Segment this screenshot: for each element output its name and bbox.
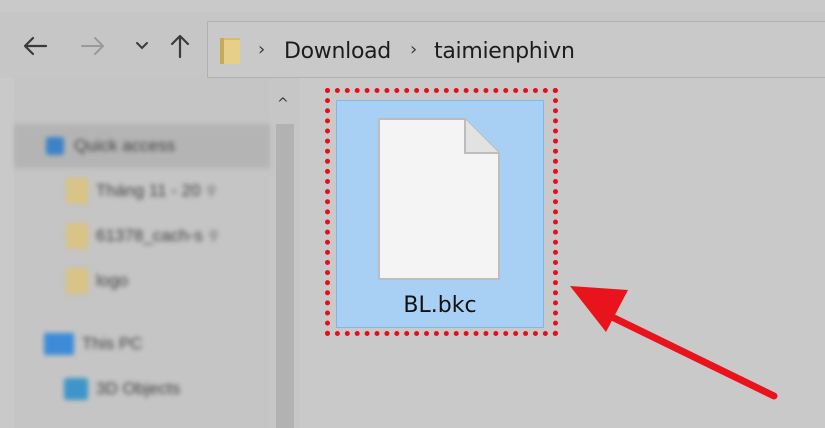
- arrow-right-icon: [81, 37, 104, 55]
- sidebar-item-3d-objects[interactable]: 3D Objects: [14, 367, 270, 411]
- folder-icon: [66, 268, 88, 294]
- window-top-strip: [0, 0, 825, 12]
- folder-icon: [66, 178, 88, 204]
- red-arrow-annotation: [570, 286, 778, 400]
- folder-icon: [66, 223, 88, 249]
- navigation-bar: › Download › taimienphivn: [0, 12, 825, 78]
- pin-icon: ⚲: [208, 228, 219, 243]
- sidebar-item-folder[interactable]: 61378_cach-s ⚲: [14, 214, 270, 258]
- sidebar-item-folder[interactable]: logo: [14, 259, 270, 303]
- sidebar-item-label: 3D Objects: [96, 379, 181, 398]
- up-button[interactable]: [165, 28, 195, 64]
- back-button[interactable]: [20, 28, 50, 64]
- sidebar-item-label: logo: [96, 271, 129, 290]
- arrow-up-icon: [170, 34, 190, 59]
- breadcrumb-separator: ›: [258, 39, 266, 60]
- recent-locations-button[interactable]: [127, 28, 157, 64]
- computer-icon: [44, 333, 74, 355]
- arrow-left-icon: [23, 36, 48, 56]
- breadcrumb-download[interactable]: Download: [284, 39, 391, 64]
- pin-icon: ⚲: [206, 183, 217, 198]
- sidebar-item-label: 61378_cach-s: [96, 226, 203, 245]
- sidebar-item-folder[interactable]: Tháng 11 - 20 ⚲: [14, 169, 270, 213]
- address-bar[interactable]: › Download › taimienphivn: [207, 21, 825, 78]
- sidebar-item-this-pc[interactable]: This PC: [14, 322, 270, 366]
- star-icon: [46, 137, 64, 155]
- highlight-box: [325, 88, 558, 336]
- folder-icon: [220, 38, 240, 64]
- cube-icon: [64, 378, 88, 400]
- navigation-pane-scrollbar[interactable]: ^: [270, 78, 300, 428]
- forward-button[interactable]: [78, 28, 108, 64]
- breadcrumb-separator: ›: [410, 39, 418, 60]
- sidebar-item-quick-access[interactable]: Quick access: [14, 124, 270, 168]
- breadcrumb-current-folder[interactable]: taimienphivn: [434, 39, 575, 64]
- chevron-down-icon: [136, 42, 148, 50]
- scroll-up-icon[interactable]: ^: [277, 96, 289, 112]
- sidebar-item-label: Quick access: [74, 136, 176, 155]
- sidebar-item-label: This PC: [82, 334, 143, 353]
- navigation-pane-edge: [0, 78, 14, 428]
- sidebar-item-label: Tháng 11 - 20: [96, 181, 201, 200]
- scrollbar-thumb[interactable]: [276, 124, 294, 428]
